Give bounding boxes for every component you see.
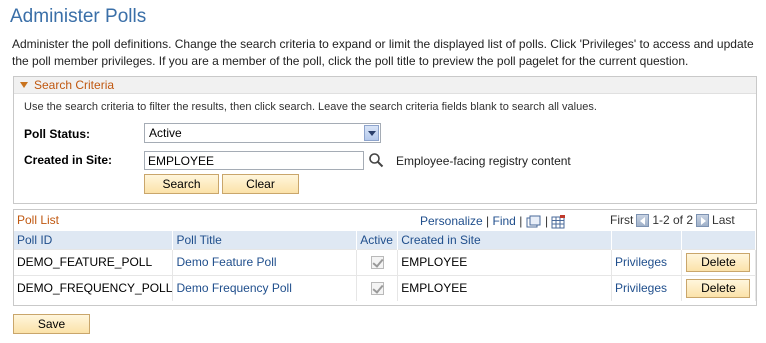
toolbar-separator: | <box>519 214 523 228</box>
lookup-search-icon[interactable] <box>368 152 384 168</box>
grid-pager: First 1-2 of 2 Last <box>610 213 735 227</box>
created-in-site-label: Created in Site: <box>24 153 113 167</box>
collapse-triangle-icon[interactable] <box>20 82 28 88</box>
page-description: Administer the poll definitions. Change … <box>12 37 754 68</box>
column-header-privileges <box>611 231 682 249</box>
delete-button[interactable]: Delete <box>686 252 751 272</box>
toolbar-separator: | <box>486 214 490 228</box>
column-header-created-in-site: Created in Site <box>397 231 612 249</box>
clear-button[interactable]: Clear <box>222 174 299 194</box>
page-title: Administer Polls <box>10 6 147 27</box>
table-header-row: Poll ID Poll Title Active Created in Sit… <box>14 231 757 249</box>
poll-title-link[interactable]: Demo Feature Poll <box>176 255 276 269</box>
poll-table: Poll ID Poll Title Active Created in Sit… <box>14 231 757 301</box>
view-all-icon[interactable] <box>526 215 542 229</box>
search-criteria-title[interactable]: Search Criteria <box>34 78 114 92</box>
grid-title: Poll List <box>17 213 60 227</box>
toolbar-separator: | <box>545 214 549 228</box>
poll-status-value: Active <box>149 126 182 140</box>
dropdown-arrow-icon[interactable] <box>364 125 379 141</box>
column-header-delete <box>681 231 757 249</box>
search-help-text: Use the search criteria to filter the re… <box>24 101 597 113</box>
delete-button[interactable]: Delete <box>686 278 751 298</box>
site-input[interactable] <box>144 151 364 170</box>
previous-arrow-icon[interactable] <box>636 213 650 227</box>
poll-status-label: Poll Status: <box>24 127 91 141</box>
grid-toolbar: Personalize | Find | | <box>420 214 566 229</box>
find-link[interactable]: Find <box>493 214 516 228</box>
site-cell: EMPLOYEE <box>397 274 612 301</box>
last-link: Last <box>712 213 735 227</box>
grid-header: Poll List Personalize | Find | | First 1… <box>14 210 756 230</box>
download-spreadsheet-icon[interactable] <box>551 214 566 229</box>
privileges-link[interactable]: Privileges <box>615 255 667 269</box>
poll-status-select[interactable]: Active <box>144 123 381 143</box>
table-row: DEMO_FREQUENCY_POLL Demo Frequency Poll … <box>14 274 757 301</box>
next-arrow-icon[interactable] <box>696 213 710 227</box>
search-button[interactable]: Search <box>144 174 219 194</box>
row-range: 1-2 of 2 <box>652 213 694 227</box>
active-checkbox <box>370 282 384 296</box>
search-criteria-header[interactable]: Search Criteria <box>14 77 756 94</box>
column-header-active: Active <box>356 231 399 249</box>
active-checkbox <box>370 256 384 270</box>
table-row: DEMO_FEATURE_POLL Demo Feature Poll EMPL… <box>14 248 757 275</box>
personalize-link[interactable]: Personalize <box>420 214 483 228</box>
poll-list-grid: Poll List Personalize | Find | | First 1… <box>13 209 757 306</box>
column-header-poll-id: Poll ID <box>14 231 174 249</box>
site-cell: EMPLOYEE <box>397 248 612 275</box>
site-description: Employee-facing registry content <box>396 154 571 168</box>
poll-title-link[interactable]: Demo Frequency Poll <box>176 281 291 295</box>
poll-id-cell: DEMO_FREQUENCY_POLL <box>14 274 174 301</box>
first-link: First <box>610 213 634 227</box>
column-header-poll-title: Poll Title <box>172 231 358 249</box>
privileges-link[interactable]: Privileges <box>615 281 667 295</box>
poll-id-cell: DEMO_FEATURE_POLL <box>14 248 174 275</box>
save-button[interactable]: Save <box>13 314 90 334</box>
search-criteria-panel: Search Criteria Use the search criteria … <box>13 76 757 204</box>
